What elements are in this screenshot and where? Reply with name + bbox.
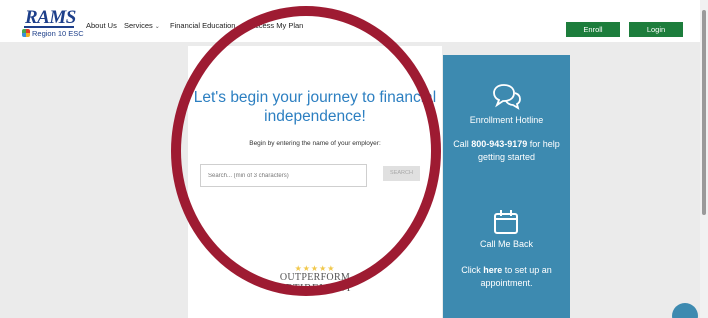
nav-financial-education[interactable]: Financial Education ⌄	[170, 21, 243, 30]
callback-here-link[interactable]: here	[483, 265, 502, 275]
nav-access-my-plan-label: Access My Plan	[250, 21, 304, 30]
calendar-icon	[494, 210, 518, 234]
search-instructions: Begin by entering the name of your emplo…	[249, 140, 381, 147]
hotline-phone-number[interactable]: 800-943-9179	[471, 139, 527, 149]
top-navbar: RAMS Region 10 ESC About Us Services ⌄ Fi…	[0, 0, 700, 42]
employer-search-card: Let's begin your journey to financial in…	[188, 46, 442, 318]
logo-region: Region 10 ESC	[22, 29, 84, 38]
enroll-button[interactable]: Enroll	[566, 22, 620, 37]
callback-text: Click here to set up an appointment.	[449, 264, 564, 290]
nav-services[interactable]: Services ⌄	[124, 21, 160, 30]
rams-logo[interactable]: RAMS Region 10 ESC	[22, 7, 84, 39]
callback-text-before: Click	[461, 265, 484, 275]
callback-heading: Call Me Back	[479, 239, 533, 249]
contact-panel: Enrollment Hotline Call 800-943-9179 for…	[443, 55, 570, 318]
hotline-text: Call 800-943-9179 for help getting start…	[449, 138, 564, 164]
logo-region-label: Region 10 ESC	[32, 29, 84, 38]
nav-about-us[interactable]: About Us	[86, 21, 117, 30]
chevron-down-icon: ⌄	[237, 24, 243, 30]
region-logo-icon	[22, 29, 30, 37]
nav-about-us-label: About Us	[86, 21, 117, 30]
badge-line-2: RETIREMENT	[277, 282, 353, 294]
chevron-down-icon: ⌄	[154, 24, 160, 30]
hotline-heading: Enrollment Hotline	[469, 115, 544, 125]
login-button[interactable]: Login	[629, 22, 683, 37]
chat-bubbles-icon	[493, 84, 521, 110]
hotline-text-before: Call	[453, 139, 472, 149]
logo-tagline-bar	[24, 26, 74, 28]
nav-financial-education-label: Financial Education	[170, 21, 236, 30]
employer-search-input[interactable]	[200, 164, 367, 187]
nav-access-my-plan[interactable]: Access My Plan	[250, 21, 303, 30]
search-button[interactable]: SEARCH	[383, 166, 420, 181]
page-title: Let's begin your journey to financial in…	[193, 89, 437, 125]
chat-launcher-button[interactable]	[672, 303, 698, 318]
scrollbar-thumb[interactable]	[702, 10, 706, 215]
nav-services-label: Services	[124, 21, 153, 30]
